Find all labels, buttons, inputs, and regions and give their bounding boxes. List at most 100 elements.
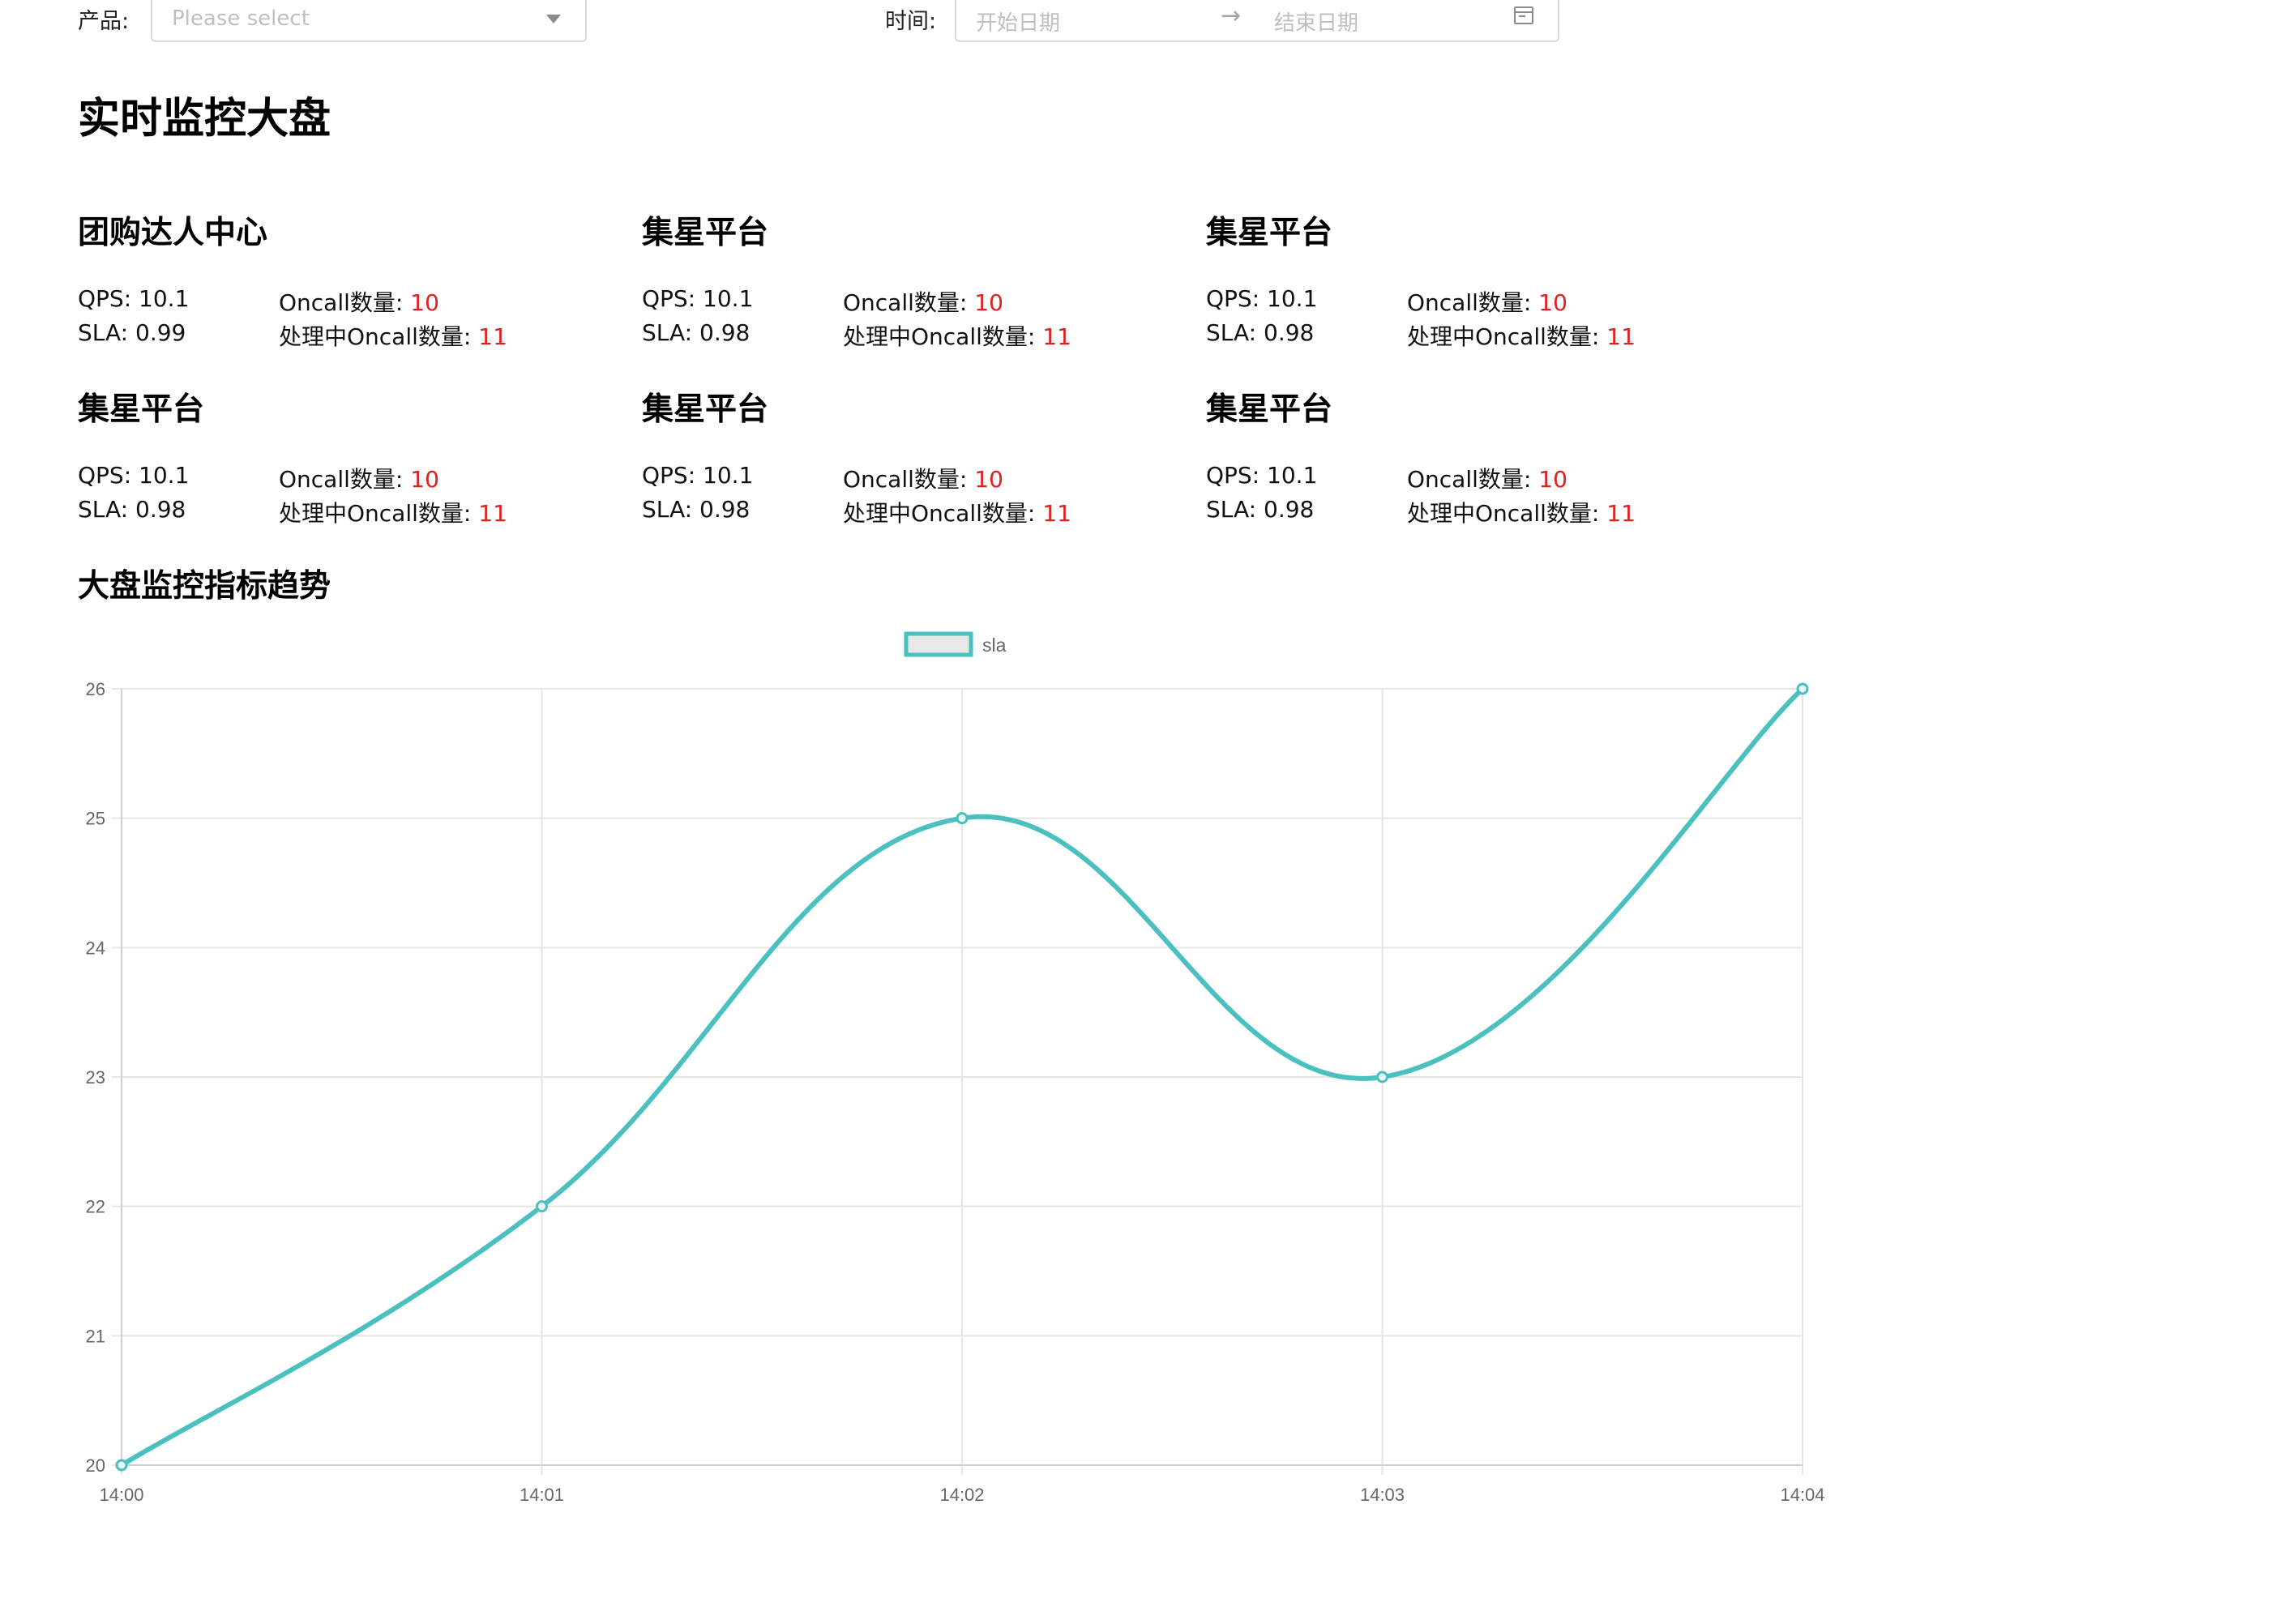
- metric-card: 集星平台 QPS: 10.1 SLA: 0.98 Oncall数量: 10 处理…: [78, 384, 629, 554]
- sla-label: SLA:: [1206, 496, 1257, 523]
- oncall-metric: Oncall数量: 10: [1407, 462, 1567, 494]
- sla-metric: SLA: 0.98: [1206, 496, 1314, 523]
- y-tick-label: 25: [86, 809, 105, 829]
- date-range-picker[interactable]: 开始日期 → 结束日期: [955, 0, 1559, 42]
- oncall-count: 10: [1538, 289, 1567, 316]
- legend-label: sla: [982, 635, 1007, 656]
- oncall-label: Oncall数量:: [279, 466, 404, 493]
- sla-metric: SLA: 0.98: [78, 496, 186, 523]
- processing-oncall-metric: 处理中Oncall数量: 11: [1407, 319, 1636, 352]
- data-point: [115, 1459, 128, 1472]
- processing-oncall-label: 处理中Oncall数量:: [279, 323, 472, 350]
- oncall-metric: Oncall数量: 10: [1407, 285, 1567, 318]
- card-title: 团购达人中心: [78, 215, 268, 251]
- qps-value: 10.1: [703, 462, 754, 489]
- oncall-label: Oncall数量:: [1407, 289, 1532, 316]
- sla-metric: SLA: 0.99: [78, 319, 186, 346]
- oncall-metric: Oncall数量: 10: [279, 285, 439, 318]
- sla-value: 0.99: [135, 319, 186, 346]
- processing-oncall-metric: 处理中Oncall数量: 11: [279, 319, 507, 352]
- sla-value: 0.98: [699, 496, 751, 523]
- y-tick-label: 23: [86, 1067, 105, 1088]
- y-tick-label: 26: [86, 679, 105, 699]
- sla-value: 0.98: [699, 319, 751, 346]
- oncall-metric: Oncall数量: 10: [279, 462, 439, 494]
- sla-label: SLA:: [78, 319, 129, 346]
- trend-line-chart: 20 21 22 23 24 25 26 14:00 14:01 14:02 14:03 14:04 s…: [86, 631, 1825, 1505]
- oncall-label: Oncall数量:: [1407, 466, 1532, 493]
- qps-metric: QPS: 10.1: [1206, 462, 1317, 489]
- qps-value: 10.1: [139, 462, 190, 489]
- time-filter-label: 时间:: [885, 9, 937, 34]
- oncall-count: 10: [410, 466, 439, 493]
- processing-oncall-metric: 处理中Oncall数量: 11: [843, 496, 1071, 528]
- arrow-right-icon: →: [1221, 2, 1242, 30]
- y-tick-label: 21: [86, 1326, 105, 1346]
- card-title: 集星平台: [1206, 391, 1333, 428]
- metric-card: 集星平台 QPS: 10.1 SLA: 0.98 Oncall数量: 10 处理…: [642, 384, 1193, 554]
- qps-value: 10.1: [139, 285, 190, 312]
- trend-section-title: 大盘监控指标趋势: [78, 568, 331, 605]
- calendar-icon[interactable]: [1514, 6, 1533, 24]
- product-select-placeholder: Please select: [172, 6, 310, 31]
- legend-swatch: [904, 631, 973, 657]
- sla-label: SLA:: [642, 496, 693, 523]
- processing-oncall-label: 处理中Oncall数量:: [1407, 323, 1600, 350]
- oncall-count: 10: [974, 466, 1003, 493]
- x-tick-label: 14:01: [520, 1485, 564, 1505]
- sla-label: SLA:: [642, 319, 693, 346]
- processing-oncall-count: 11: [478, 323, 507, 350]
- x-tick-label: 14:04: [1780, 1485, 1824, 1505]
- metric-card: 团购达人中心 QPS: 10.1 SLA: 0.99 Oncall数量: 10 …: [78, 207, 629, 378]
- oncall-count: 10: [974, 289, 1003, 316]
- qps-label: QPS:: [642, 462, 696, 489]
- qps-value: 10.1: [1267, 462, 1318, 489]
- oncall-metric: Oncall数量: 10: [843, 462, 1003, 494]
- processing-oncall-count: 11: [1606, 323, 1636, 350]
- qps-label: QPS:: [1206, 462, 1260, 489]
- processing-oncall-count: 11: [1042, 323, 1071, 350]
- sla-label: SLA:: [78, 496, 129, 523]
- processing-oncall-count: 11: [478, 500, 507, 527]
- metric-card: 集星平台 QPS: 10.1 SLA: 0.98 Oncall数量: 10 处理…: [1206, 207, 1757, 378]
- oncall-label: Oncall数量:: [843, 466, 968, 493]
- processing-oncall-metric: 处理中Oncall数量: 11: [1407, 496, 1636, 528]
- processing-oncall-count: 11: [1042, 500, 1071, 527]
- y-tick-label: 22: [86, 1197, 105, 1217]
- qps-metric: QPS: 10.1: [642, 462, 753, 489]
- page-title: 实时监控大盘: [78, 95, 331, 143]
- qps-label: QPS:: [78, 462, 132, 489]
- end-date-input[interactable]: 结束日期: [1274, 6, 1358, 36]
- sla-value: 0.98: [1264, 319, 1315, 346]
- processing-oncall-metric: 处理中Oncall数量: 11: [279, 496, 507, 528]
- product-filter-label: 产品:: [78, 9, 130, 34]
- start-date-input[interactable]: 开始日期: [976, 6, 1060, 36]
- oncall-count: 10: [410, 289, 439, 316]
- metric-card: 集星平台 QPS: 10.1 SLA: 0.98 Oncall数量: 10 处理…: [642, 207, 1193, 378]
- qps-metric: QPS: 10.1: [642, 285, 753, 312]
- qps-label: QPS:: [1206, 285, 1260, 312]
- card-title: 集星平台: [78, 391, 205, 428]
- product-select[interactable]: Please select: [151, 0, 587, 42]
- data-point: [1796, 682, 1809, 695]
- caret-down-icon: [546, 15, 561, 24]
- qps-label: QPS:: [642, 285, 696, 312]
- x-tick-label: 14:03: [1360, 1485, 1405, 1505]
- card-title: 集星平台: [642, 391, 769, 428]
- x-tick-label: 14:02: [939, 1485, 984, 1505]
- qps-value: 10.1: [1267, 285, 1318, 312]
- qps-label: QPS:: [78, 285, 132, 312]
- data-point: [956, 812, 969, 825]
- processing-oncall-label: 处理中Oncall数量:: [843, 323, 1036, 350]
- filter-bar: 产品: Please select 时间: 开始日期 → 结束日期: [0, 0, 2271, 49]
- sla-metric: SLA: 0.98: [642, 319, 750, 346]
- processing-oncall-label: 处理中Oncall数量:: [1407, 500, 1600, 527]
- processing-oncall-count: 11: [1606, 500, 1636, 527]
- sla-label: SLA:: [1206, 319, 1257, 346]
- oncall-label: Oncall数量:: [279, 289, 404, 316]
- oncall-metric: Oncall数量: 10: [843, 285, 1003, 318]
- sla-metric: SLA: 0.98: [1206, 319, 1314, 346]
- data-point: [536, 1200, 548, 1213]
- card-title: 集星平台: [642, 215, 769, 251]
- qps-metric: QPS: 10.1: [78, 462, 189, 489]
